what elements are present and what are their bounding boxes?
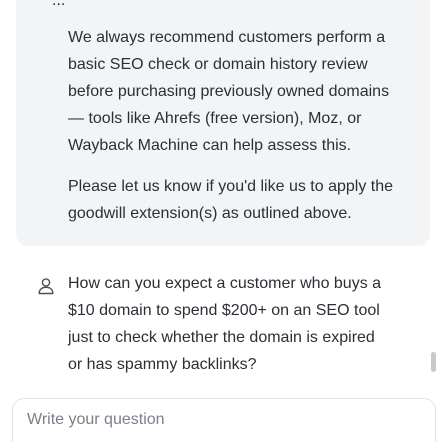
assistant-message-cutoff: ... bbox=[52, 0, 66, 9]
user-icon bbox=[36, 276, 56, 296]
user-message: How can you expect a customer who buys a… bbox=[0, 270, 446, 380]
question-input[interactable] bbox=[27, 411, 417, 429]
chat-window: ... We always recommend customers perfor… bbox=[0, 0, 446, 442]
assistant-paragraph-goodwill: Please let us know if you'd like us to a… bbox=[68, 178, 394, 222]
assistant-paragraph-recommendation: We always recommend customers perform a … bbox=[68, 29, 390, 154]
question-input-box[interactable] bbox=[12, 398, 436, 442]
user-message-text: How can you expect a customer who buys a… bbox=[68, 275, 382, 373]
scrollbar-thumb[interactable] bbox=[431, 352, 436, 372]
